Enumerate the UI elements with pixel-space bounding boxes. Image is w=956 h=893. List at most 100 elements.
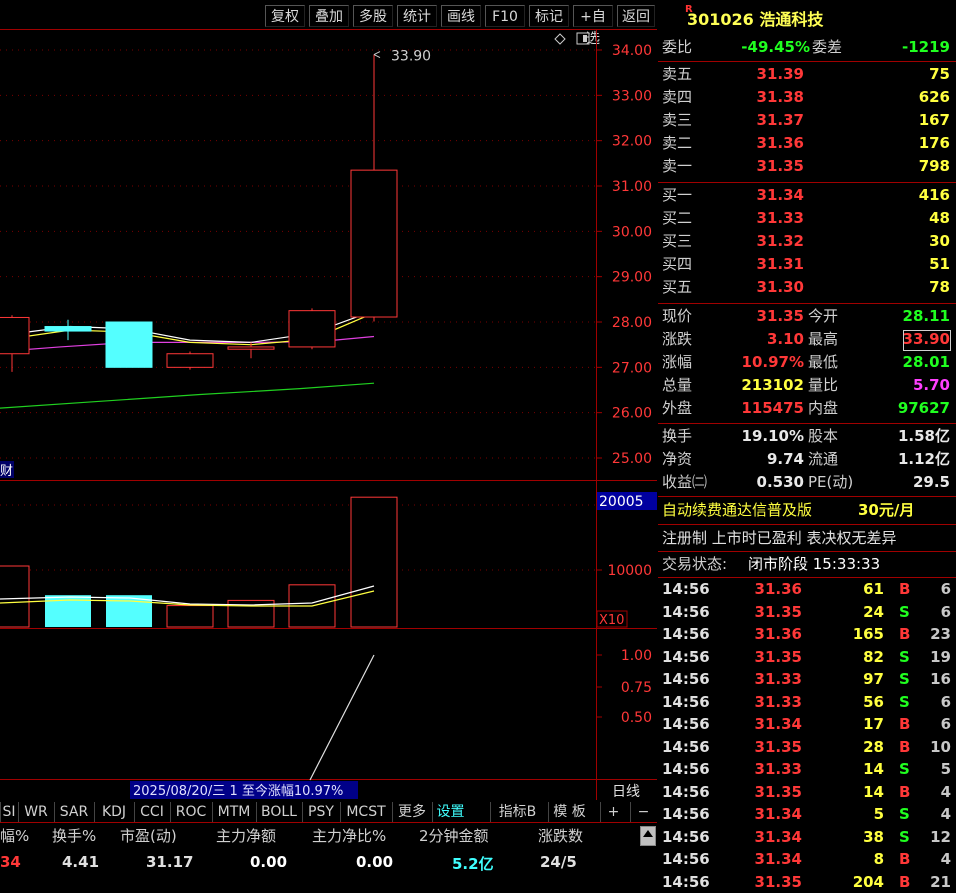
indicator-tab-11[interactable]: 设置 <box>432 802 468 822</box>
stat-label1-4: 外盘 <box>662 397 692 419</box>
fund-label2-1: 流通 <box>808 448 838 470</box>
bid-price-4: 31.30 <box>732 276 804 298</box>
bid-vol-4: 78 <box>862 276 950 298</box>
trade-state-separator <box>658 577 956 578</box>
tick-price-3: 31.35 <box>722 646 802 668</box>
promo-price[interactable]: 30元/月 <box>858 499 914 521</box>
promo-separator <box>658 524 956 525</box>
tick-count-12: 4 <box>917 848 951 870</box>
table-header-6[interactable]: 涨跌数 <box>538 825 583 846</box>
table-header-4[interactable]: 主力净比% <box>312 825 386 846</box>
kline-chart-area[interactable]: 34.0033.0032.0031.0030.0029.0028.0027.00… <box>0 0 657 800</box>
indicator-tab-5[interactable]: ROC <box>170 802 211 822</box>
ask-vol-0: 75 <box>862 63 950 85</box>
stat-value1-4: 115475 <box>722 397 804 419</box>
tick-count-11: 12 <box>917 826 951 848</box>
fund-value2-2: 29.5 <box>862 471 950 493</box>
tags-separator <box>658 551 956 552</box>
weicha-value: -1219 <box>862 36 950 58</box>
ask-row-1: 卖四31.38626 <box>662 86 952 108</box>
indicator-tab-3[interactable]: KDJ <box>94 802 133 822</box>
fund-label2-2: PE(动) <box>808 471 853 493</box>
range-gain-text: 2025/08/20/三 1 至今涨幅10.97% <box>133 783 343 799</box>
tick-price-7: 31.35 <box>722 736 802 758</box>
price-axis-label-9: 25.00 <box>612 451 652 467</box>
ask-row-3: 卖二31.36176 <box>662 132 952 154</box>
bid-price-3: 31.31 <box>732 253 804 275</box>
indicator-tab-0[interactable]: SI <box>0 802 17 822</box>
tick-row-1: 14:5631.3524S6 <box>662 601 956 624</box>
indicator-tab-13[interactable]: 模 板 <box>548 802 590 822</box>
indicator-tab-9[interactable]: MCST <box>340 802 391 822</box>
promo-text[interactable]: 自动续费通达信普及版 <box>662 499 812 521</box>
vol-badge: 20005 <box>599 494 644 510</box>
bid-vol-1: 48 <box>862 207 950 229</box>
indicator-tab-8[interactable]: PSY <box>302 802 339 822</box>
tick-price-8: 31.33 <box>722 758 802 780</box>
registration-badge: R <box>685 4 693 15</box>
candle-body-3[interactable] <box>167 354 213 368</box>
price-axis-label-4: 30.00 <box>612 224 652 240</box>
table-header-0[interactable]: 幅% <box>0 825 29 846</box>
table-header-3[interactable]: 主力净额 <box>216 825 276 846</box>
tick-row-2: 14:5631.36165B23 <box>662 623 956 646</box>
volume-bar-3[interactable] <box>167 606 213 627</box>
diamond-icon[interactable] <box>555 34 565 44</box>
tick-row-0: 14:5631.3661B6 <box>662 578 956 601</box>
volume-bar-6[interactable] <box>351 497 397 627</box>
tick-count-10: 4 <box>917 803 951 825</box>
table-header-5[interactable]: 2分钟金额 <box>419 825 489 846</box>
indicator-tab-15[interactable]: − <box>630 802 656 822</box>
indicator-tab-12[interactable]: 指标B <box>490 802 544 822</box>
stat-value1-1: 3.10 <box>722 328 804 350</box>
tick-vol-3: 82 <box>832 646 884 668</box>
candle-body-2[interactable] <box>106 322 152 367</box>
ask-price-0: 31.39 <box>732 63 804 85</box>
indicator-tab-6[interactable]: MTM <box>212 802 255 822</box>
bid-label-0: 买一 <box>662 184 692 206</box>
tick-row-9: 14:5631.3514B4 <box>662 781 956 804</box>
tick-dir-11: S <box>899 826 910 848</box>
tick-price-6: 31.34 <box>722 713 802 735</box>
indicator-tab-4[interactable]: CCI <box>134 802 169 822</box>
stat-label2-3: 量比 <box>808 374 838 396</box>
table-header-1[interactable]: 换手% <box>52 825 96 846</box>
bid-label-2: 买三 <box>662 230 692 252</box>
table-cell-1: 4.41 <box>62 853 99 871</box>
candle-body-1[interactable] <box>45 327 91 332</box>
tick-time-3: 14:56 <box>662 646 710 668</box>
indicator-tab-14[interactable]: + <box>600 802 626 822</box>
tick-price-4: 31.33 <box>722 668 802 690</box>
stat-value2-3: 5.70 <box>862 374 950 396</box>
table-cell-3: 0.00 <box>250 853 287 871</box>
candle-body-0[interactable] <box>0 317 29 353</box>
volume-bar-0[interactable] <box>0 566 29 627</box>
bid-price-2: 31.32 <box>732 230 804 252</box>
candle-body-4[interactable] <box>228 347 274 349</box>
candle-body-5[interactable] <box>289 311 335 347</box>
candle-body-6[interactable] <box>351 170 397 317</box>
promo-row[interactable]: 自动续费通达信普及版 30元/月 <box>662 499 956 521</box>
indicator-tab-10[interactable]: 更多 <box>392 802 431 822</box>
bid-stats-separator <box>658 303 956 304</box>
table-header-2[interactable]: 市盈(动) <box>120 825 177 846</box>
tick-vol-13: 204 <box>832 871 884 893</box>
indicator-tab-7[interactable]: BOLL <box>256 802 301 822</box>
tick-dir-8: S <box>899 758 910 780</box>
stat-value2-4: 97627 <box>862 397 950 419</box>
tick-count-9: 4 <box>917 781 951 803</box>
price-axis-label-2: 32.00 <box>612 134 652 150</box>
indicator-tab-2[interactable]: SAR <box>54 802 93 822</box>
stat-value1-0: 31.35 <box>722 305 804 327</box>
tick-vol-5: 56 <box>832 691 884 713</box>
finance-label[interactable]: 财 <box>0 464 13 479</box>
tick-vol-12: 8 <box>832 848 884 870</box>
price-axis-label-6: 28.00 <box>612 315 652 331</box>
tick-vol-1: 24 <box>832 601 884 623</box>
stat-value2-0: 28.11 <box>862 305 950 327</box>
period-label[interactable]: 日线 <box>612 784 640 800</box>
indicator-tab-1[interactable]: WR <box>18 802 53 822</box>
stats-fund-separator <box>658 423 956 424</box>
high-marker-icon <box>374 52 380 58</box>
fund-label2-0: 股本 <box>808 425 838 447</box>
